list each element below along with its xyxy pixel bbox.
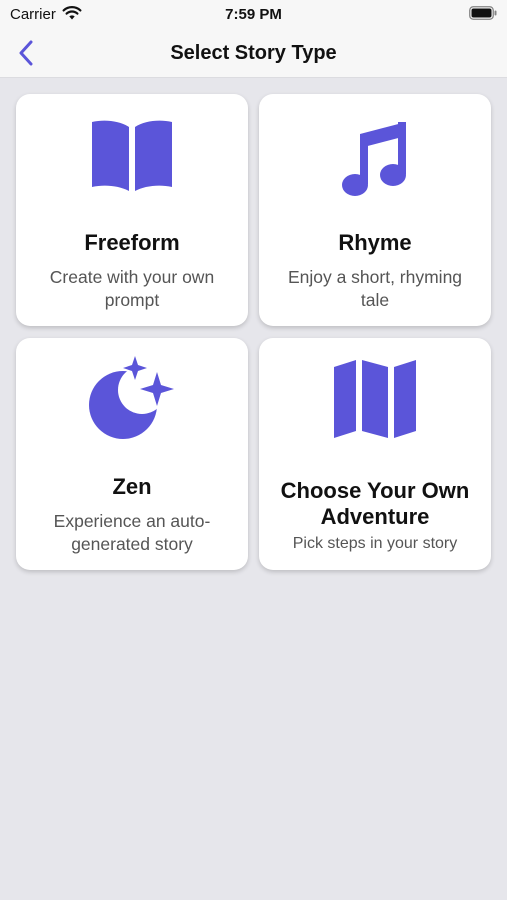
- story-type-card-zen[interactable]: Zen Experience an auto-generated story: [16, 338, 248, 570]
- card-description: Enjoy a short, rhyming tale: [287, 267, 463, 310]
- card-description: Create with your own prompt: [49, 267, 215, 310]
- battery-icon: [469, 6, 497, 25]
- moon-stars-icon: [16, 356, 248, 440]
- card-description: Experience an auto-generated story: [53, 511, 211, 554]
- navigation-bar: Select Story Type: [0, 30, 507, 78]
- card-description: Pick steps in your story: [292, 535, 458, 552]
- card-title: Choose Your Own Adventure: [280, 478, 470, 529]
- story-type-card-freeform[interactable]: Freeform Create with your own prompt: [16, 94, 248, 326]
- story-type-card-rhyme[interactable]: Rhyme Enjoy a short, rhyming tale: [259, 94, 491, 326]
- card-title: Rhyme: [338, 230, 412, 255]
- page-title: Select Story Type: [170, 42, 337, 64]
- open-book-icon: [16, 114, 248, 196]
- music-note-icon: [259, 114, 491, 196]
- story-type-card-cyoa[interactable]: Choose Your Own Adventure Pick steps in …: [259, 338, 491, 570]
- map-icon: [259, 358, 491, 440]
- status-time: 7:59 PM: [225, 6, 282, 23]
- status-bar: Carrier 7:59 PM: [0, 0, 507, 30]
- card-title: Zen: [112, 474, 152, 499]
- card-title: Freeform: [84, 230, 180, 255]
